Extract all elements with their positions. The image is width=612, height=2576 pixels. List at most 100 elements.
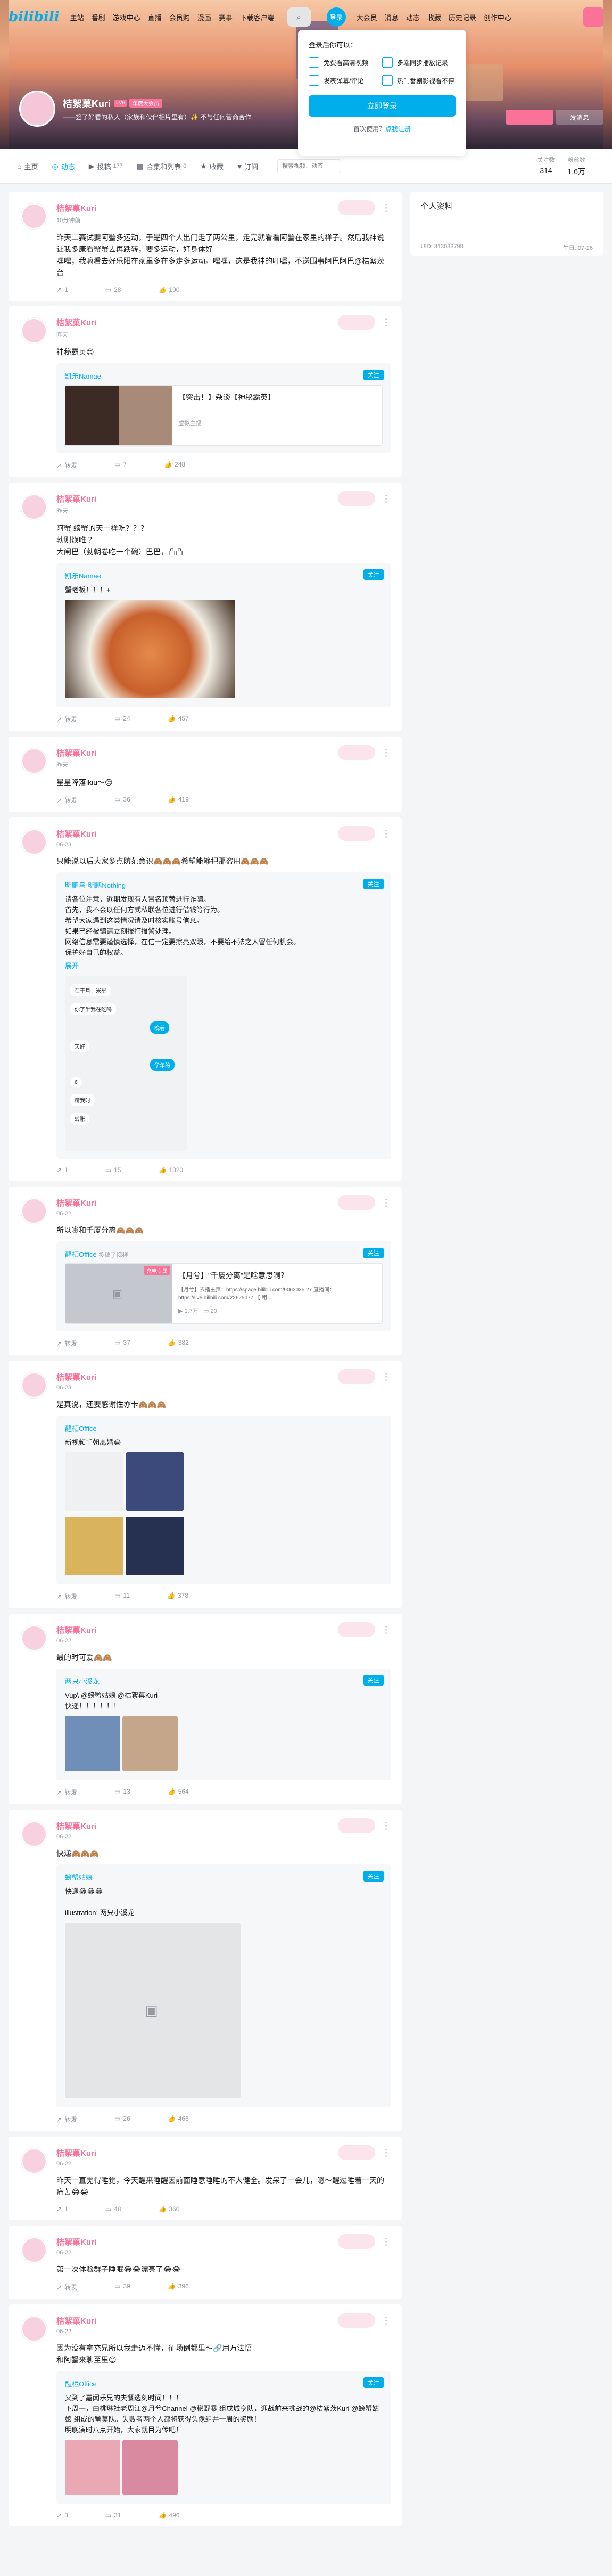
like-button[interactable]: 👍 396 (168, 2283, 189, 2292)
more-icon[interactable]: ⋮ (382, 2147, 391, 2158)
more-icon[interactable]: ⋮ (382, 1197, 391, 1208)
post-avatar[interactable] (21, 1198, 47, 1224)
ref-author[interactable]: 凯乐Namae (65, 371, 383, 381)
post-avatar[interactable] (21, 494, 47, 520)
tab-favorite[interactable]: ★ 收藏 (200, 161, 224, 171)
post-avatar[interactable] (21, 318, 47, 344)
comment-button[interactable]: ▭ 31 (105, 2512, 121, 2519)
post-image[interactable] (65, 1517, 123, 1575)
nav-link-match[interactable]: 赛事 (219, 12, 233, 22)
video-card[interactable]: 【突击！】杂谈【神秘霸英】 虚拟主播 (65, 385, 383, 446)
more-icon[interactable]: ⋮ (382, 202, 391, 214)
nav-favorite[interactable]: 收藏 (427, 12, 441, 22)
repost-button[interactable]: ↗ 转发 (56, 2283, 77, 2292)
nav-message[interactable]: 消息 (385, 12, 399, 22)
tab-video[interactable]: ▶ 投稿 177 (89, 161, 123, 171)
like-button[interactable]: 👍 190 (158, 286, 179, 293)
register-link[interactable]: 点我注册 (385, 125, 411, 133)
post-image[interactable] (65, 2440, 120, 2495)
more-icon[interactable]: ⋮ (382, 1820, 391, 1831)
comment-button[interactable]: ▭ 36 (114, 796, 130, 805)
comment-button[interactable]: ▭ 7 (114, 461, 127, 470)
repost-button[interactable]: ↗ 3 (56, 2512, 68, 2519)
video-card[interactable]: 充电专属 ▣ 【月兮】"千厦分离"是啥意思啊？ 【月兮】去播主页：https:/… (65, 1263, 383, 1324)
post-avatar[interactable] (21, 2316, 47, 2342)
ref-author[interactable]: 螃蟹姑娘 (65, 1872, 383, 1882)
post-avatar[interactable] (21, 2148, 47, 2174)
nav-link-anime[interactable]: 番剧 (92, 12, 105, 22)
repost-button[interactable]: ↗ 转发 (56, 715, 77, 724)
comment-button[interactable]: ▭ 48 (105, 2205, 121, 2213)
post-avatar[interactable] (21, 748, 47, 774)
like-button[interactable]: 👍 496 (158, 2512, 179, 2519)
follow-small-button[interactable]: 关注 (363, 1871, 384, 1882)
comment-button[interactable]: ▭ 13 (114, 1788, 130, 1797)
user-avatar[interactable] (19, 91, 55, 127)
comment-button[interactable]: ▭ 15 (105, 1166, 121, 1174)
upload-button[interactable] (583, 7, 603, 27)
nav-link-main[interactable]: 主站 (70, 12, 84, 22)
post-avatar[interactable] (21, 829, 47, 855)
like-button[interactable]: 👍 360 (158, 2205, 179, 2213)
repost-content[interactable]: 醒栖Office 投稿了视频 关注 充电专属 ▣ 【月兮】"千厦分离"是啥意思啊… (56, 1241, 391, 1331)
tab-home[interactable]: ⌂ 主页 (17, 161, 38, 171)
download-link[interactable]: 下载客户端 (240, 12, 275, 22)
repost-content[interactable]: 螃蟹姑娘 关注 快递😂😂😂 illustration: 两只小溪龙 ▣ (56, 1864, 391, 2107)
comment-button[interactable]: ▭ 39 (114, 2283, 130, 2292)
follow-small-button[interactable]: 关注 (363, 2377, 384, 2388)
nav-link-mall[interactable]: 会员购 (169, 12, 190, 22)
follow-button[interactable] (506, 110, 553, 125)
more-icon[interactable]: ⋮ (382, 1624, 391, 1635)
repost-content[interactable]: 凯乐Namae 关注 【突击！】杂谈【神秘霸英】 虚拟主播 (56, 363, 391, 453)
like-button[interactable]: 👍 1820 (158, 1166, 183, 1174)
popup-login-button[interactable]: 立即登录 (309, 95, 456, 117)
like-button[interactable]: 👍 564 (168, 1788, 189, 1797)
comment-button[interactable]: ▭ 26 (114, 2115, 130, 2124)
post-image[interactable] (126, 1517, 184, 1575)
repost-button[interactable]: ↗ 转发 (56, 2115, 77, 2124)
nav-vip[interactable]: 大会员 (357, 12, 377, 22)
like-button[interactable]: 👍 457 (168, 715, 189, 724)
nav-history[interactable]: 历史记录 (449, 12, 476, 22)
follower-stat[interactable]: 粉丝数 1.6万 (568, 156, 585, 177)
tab-search-input[interactable] (277, 159, 342, 173)
post-avatar[interactable] (21, 203, 47, 229)
more-icon[interactable]: ⋮ (382, 1371, 391, 1383)
more-icon[interactable]: ⋮ (382, 2236, 391, 2247)
repost-button[interactable]: ↗ 转发 (56, 796, 77, 805)
send-message-button[interactable]: 发消息 (556, 110, 603, 125)
repost-content[interactable]: 两只小溪龙 关注 Vup\ @螃蟹姑娘 @桔絮菓Kuri 快递！！！！！！ (56, 1669, 391, 1780)
ref-author[interactable]: 凯乐Namae (65, 570, 383, 580)
login-button[interactable]: 登录 (326, 7, 346, 27)
like-button[interactable]: 👍 419 (168, 796, 189, 805)
repost-button[interactable]: ↗ 转发 (56, 1339, 77, 1348)
repost-button[interactable]: ↗ 1 (56, 1166, 68, 1174)
follow-small-button[interactable]: 关注 (363, 879, 384, 889)
repost-content[interactable]: 醒栖Office 关注 又到了嘉闻乐兄的夫餐选刻时间！！！ 下周一，由桃琳社老周… (56, 2371, 391, 2504)
ref-author[interactable]: 两只小溪龙 (65, 1676, 383, 1686)
nav-link-live[interactable]: 直播 (148, 12, 162, 22)
post-image[interactable] (122, 2440, 178, 2495)
nav-dynamic[interactable]: 动态 (406, 12, 420, 22)
post-avatar[interactable] (21, 2237, 47, 2263)
post-image[interactable] (126, 1452, 184, 1511)
more-icon[interactable]: ⋮ (382, 493, 391, 504)
like-button[interactable]: 👍 382 (168, 1339, 189, 1348)
search-button[interactable]: ⌕ (287, 7, 311, 27)
tab-dynamic[interactable]: ◎ 动态 (52, 161, 75, 171)
tab-collection[interactable]: ▤ 合集和列表 0 (137, 161, 186, 171)
post-image[interactable] (122, 1716, 178, 1771)
follow-small-button[interactable]: 关注 (363, 1248, 384, 1258)
follow-small-button[interactable]: 关注 (363, 1675, 384, 1686)
repost-button[interactable]: ↗ 1 (56, 2205, 68, 2213)
more-icon[interactable]: ⋮ (382, 317, 391, 328)
post-avatar[interactable] (21, 1372, 47, 1398)
ref-author[interactable]: 明鹏鸟-明鹏Nothing (65, 880, 383, 890)
comment-button[interactable]: ▭ 24 (114, 715, 130, 724)
post-image[interactable] (65, 1716, 120, 1771)
post-avatar[interactable] (21, 1821, 47, 1847)
ref-author[interactable]: 醒栖Office (65, 1423, 383, 1433)
post-image[interactable]: ▣ (65, 1923, 241, 2098)
comment-button[interactable]: ▭ 11 (114, 1592, 130, 1601)
more-icon[interactable]: ⋮ (382, 828, 391, 839)
